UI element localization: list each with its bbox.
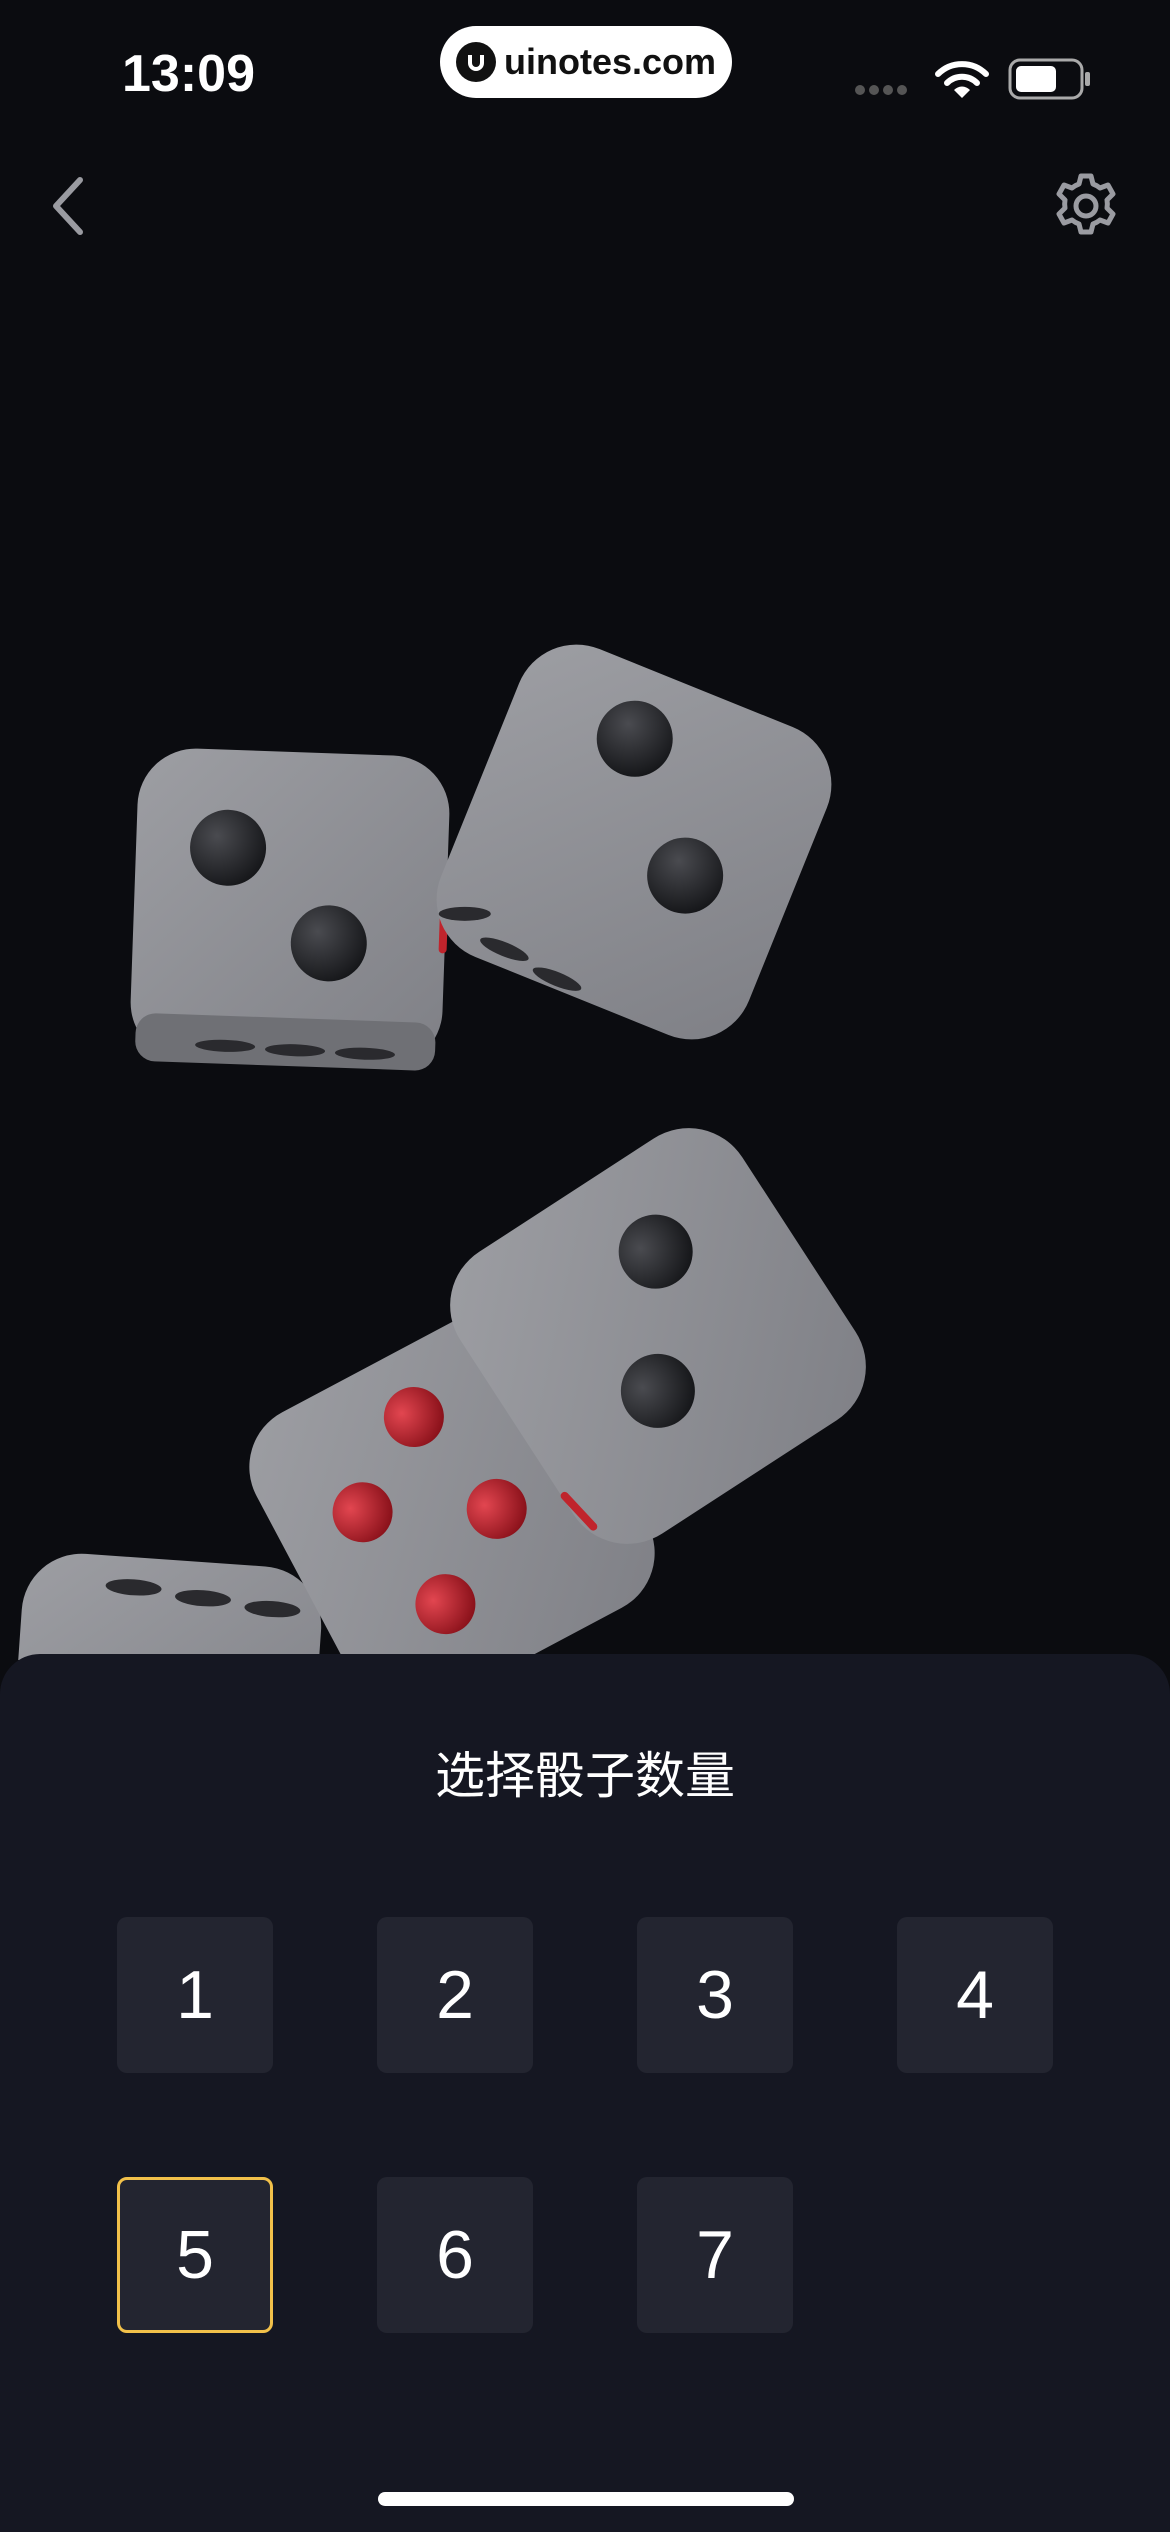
sheet-title: 选择骰子数量 <box>435 1747 735 1805</box>
dice-count-option-1[interactable]: 1 <box>117 1917 273 2073</box>
dice-count-option-5[interactable]: 5 <box>117 2177 273 2333</box>
die-partial <box>13 1553 322 1660</box>
die-1 <box>130 748 450 1071</box>
dice-count-option-7[interactable]: 7 <box>637 2177 793 2333</box>
die-2 <box>436 644 832 1040</box>
dice-count-option-3[interactable]: 3 <box>637 1917 793 2073</box>
home-indicator[interactable] <box>378 2492 794 2506</box>
dice-count-option-2[interactable]: 2 <box>377 1917 533 2073</box>
dice-count-option-4[interactable]: 4 <box>897 1917 1053 2073</box>
dice-count-option-6[interactable]: 6 <box>377 2177 533 2333</box>
dice-scene <box>13 644 866 1660</box>
